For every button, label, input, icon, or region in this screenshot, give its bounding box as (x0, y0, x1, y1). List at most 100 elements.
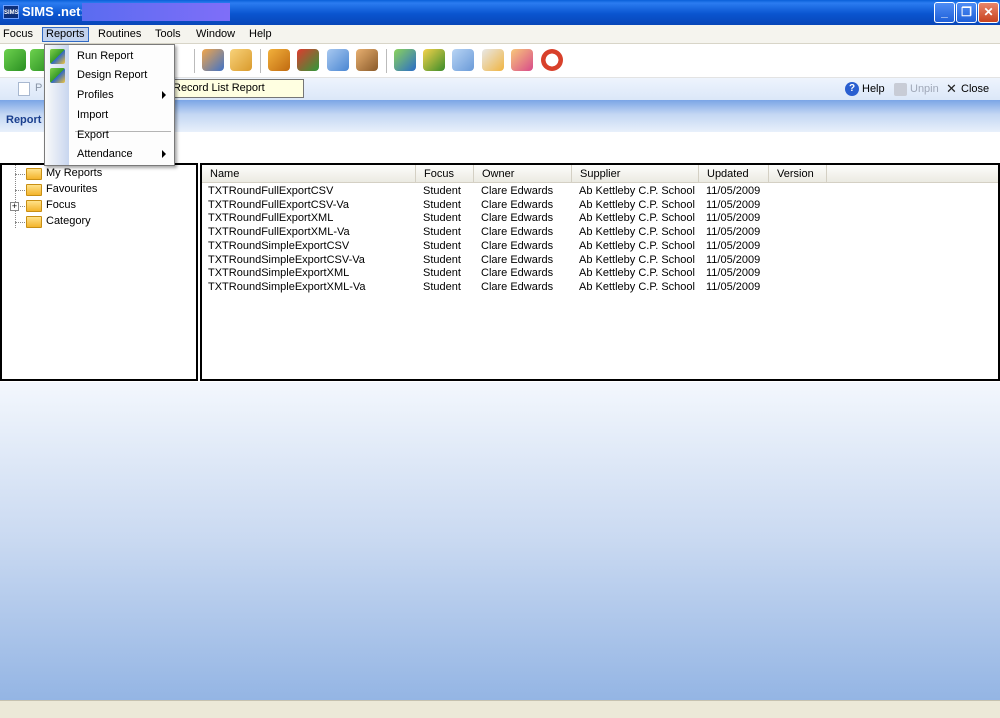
pin-icon (894, 82, 907, 96)
cell-focus: Student (423, 185, 461, 197)
pupils-icon[interactable] (511, 49, 533, 71)
cell-supplier: Ab Kettleby C.P. School (579, 226, 695, 239)
help-label: Help (862, 83, 885, 95)
submenu-arrow-icon (162, 91, 166, 99)
letter-icon[interactable] (327, 49, 349, 71)
cell-updated: 11/05/2009 (706, 253, 761, 266)
close-window-button[interactable]: ✕ (978, 2, 999, 23)
notepad-icon[interactable] (452, 49, 474, 71)
menu-item-attendance[interactable]: Attendance (45, 145, 174, 164)
report-tree: My Reports Favourites + Focus Category (0, 163, 198, 381)
close-button[interactable]: ✕ Close (945, 81, 989, 97)
unpin-button[interactable]: Unpin (894, 81, 939, 97)
window-title: SIMS .net: (22, 4, 85, 19)
menu-tools[interactable]: Tools (152, 27, 184, 42)
title-bar: SIMS SIMS .net: _ ❐ ✕ (0, 0, 1000, 25)
menu-window[interactable]: Window (193, 27, 238, 42)
toolbar-separator (260, 49, 261, 73)
cell-updated: 11/05/2009 (706, 198, 761, 211)
back-arrow-icon[interactable] (4, 49, 26, 71)
table-row[interactable]: TXTRoundFullExportXML Student Clare Edward… (202, 212, 998, 226)
tree-item-favourites[interactable]: Favourites (2, 182, 192, 198)
chart2-icon[interactable] (423, 49, 445, 71)
flag-icon[interactable] (297, 49, 319, 71)
expand-icon[interactable]: + (10, 202, 19, 211)
column-header-updated[interactable]: Updated (699, 165, 769, 183)
cell-supplier: Ab Kettleby C.P. School (579, 267, 695, 280)
clock-icon[interactable] (541, 49, 563, 71)
cell-name: TXTRoundSimpleExportCSV-Va (208, 253, 365, 266)
tree-branch (15, 222, 25, 223)
minimize-button[interactable]: _ (934, 2, 955, 23)
table-row[interactable]: TXTRoundSimpleExportCSV Student Clare Edwa… (202, 240, 998, 254)
cell-focus: Student (423, 212, 461, 225)
cell-name: TXTRoundFullExportXML (208, 212, 334, 225)
status-bar (0, 700, 1000, 718)
menu-item-label: Run Report (77, 50, 134, 62)
cell-focus: Student (423, 280, 461, 293)
menu-item-label: Profiles (77, 89, 114, 101)
cell-owner: Clare Edwards (481, 212, 554, 225)
toolbar-separator (386, 49, 387, 73)
toolbar-separator (194, 49, 195, 73)
tree-label: Favourites (46, 183, 98, 195)
content-area: My Reports Favourites + Focus Category N… (0, 156, 1000, 382)
menu-item-label: Attendance (77, 148, 133, 160)
folder-icon (26, 184, 42, 196)
subbar-left-label[interactable]: P (35, 82, 42, 94)
cell-focus: Student (423, 267, 461, 280)
table-row[interactable]: TXTRoundSimpleExportCSV-Va Student Clare E… (202, 254, 998, 268)
people-icon[interactable] (202, 49, 224, 71)
restore-button[interactable]: ❐ (956, 2, 977, 23)
menu-help[interactable]: Help (246, 27, 275, 42)
column-header-focus[interactable]: Focus (416, 165, 474, 183)
person-icon[interactable] (230, 49, 252, 71)
cell-supplier: Ab Kettleby C.P. School (579, 185, 695, 197)
report-list: Name Focus Owner Supplier Updated Versio… (200, 163, 1000, 381)
menu-item-export[interactable]: Export (45, 126, 174, 145)
column-header-supplier[interactable]: Supplier (572, 165, 699, 183)
cell-owner: Clare Edwards (481, 239, 554, 252)
tree-item-focus[interactable]: + Focus (2, 198, 192, 214)
menu-item-run-report[interactable]: Run Report (45, 47, 174, 66)
tree-branch (15, 190, 25, 191)
column-header-name[interactable]: Name (202, 165, 416, 183)
cell-supplier: Ab Kettleby C.P. School (579, 253, 695, 266)
folder-icon (26, 216, 42, 228)
table-row[interactable]: TXTRoundFullExportCSV-Va Student Clare Edw… (202, 199, 998, 213)
tree-item-category[interactable]: Category (2, 214, 192, 230)
cell-owner: Clare Edwards (481, 253, 554, 266)
menu-item-design-report[interactable]: Design Report (45, 66, 174, 85)
menu-item-import[interactable]: Import (45, 106, 174, 125)
cell-updated: 11/05/2009 (706, 212, 761, 225)
app-logo-icon: SIMS (3, 5, 19, 19)
edit-icon[interactable] (482, 49, 504, 71)
help-button[interactable]: ? Help (845, 81, 885, 97)
column-header-version[interactable]: Version (769, 165, 827, 183)
table-row[interactable]: TXTRoundFullExportXML-Va Student Clare Edw… (202, 226, 998, 240)
teacher-icon[interactable] (356, 49, 378, 71)
menu-reports[interactable]: Reports (42, 27, 89, 42)
run-report-icon (50, 49, 65, 64)
cell-focus: Student (423, 226, 461, 239)
menu-item-label: Design Report (77, 69, 148, 81)
table-row[interactable]: TXTRoundFullExportCSV Student Clare Edward… (202, 185, 998, 199)
menu-item-profiles[interactable]: Profiles (45, 86, 174, 105)
chart-icon[interactable] (394, 49, 416, 71)
table-row[interactable]: TXTRoundSimpleExportXML-Va Student Clare E… (202, 281, 998, 295)
document-icon[interactable] (18, 82, 30, 96)
tooltip: Record List Report (160, 79, 304, 98)
tree-item-my-reports[interactable]: My Reports (2, 166, 192, 182)
tree-label: Focus (46, 199, 76, 211)
close-label: Close (961, 83, 990, 95)
cell-name: TXTRoundFullExportCSV (208, 185, 334, 197)
book-icon[interactable] (268, 49, 290, 71)
cell-supplier: Ab Kettleby C.P. School (579, 212, 695, 225)
column-header-owner[interactable]: Owner (474, 165, 572, 183)
submenu-arrow-icon (162, 150, 166, 158)
folder-icon (26, 200, 42, 212)
table-row[interactable]: TXTRoundSimpleExportXML Student Clare Edwa… (202, 267, 998, 281)
menu-focus[interactable]: Focus (0, 27, 36, 42)
menu-routines[interactable]: Routines (95, 27, 144, 42)
workspace-background (0, 382, 1000, 700)
